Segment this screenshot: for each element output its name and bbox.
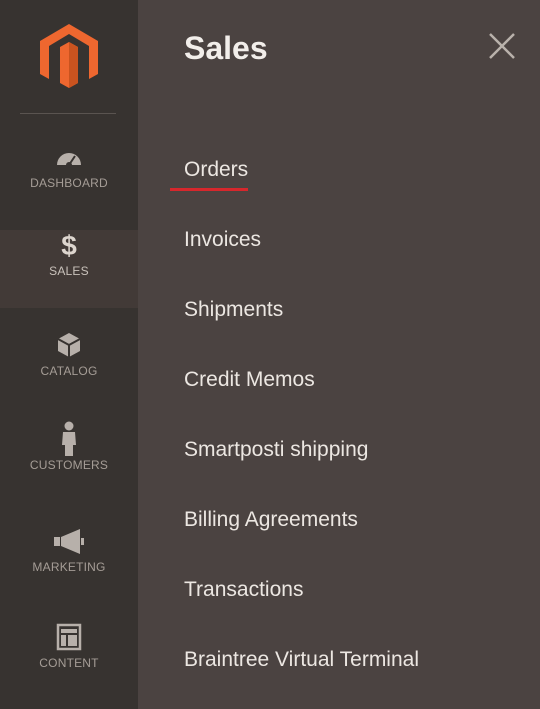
menu-item-credit-memos[interactable]: Credit Memos [184,368,419,438]
menu-item-braintree-virtual-terminal[interactable]: Braintree Virtual Terminal [184,648,419,709]
menu-item-label: Credit Memos [184,368,315,391]
menu-item-label: Smartposti shipping [184,438,369,461]
magento-logo-icon[interactable] [38,22,100,90]
sidebar-item-label: SALES [49,264,89,278]
layout-icon [56,622,82,652]
svg-text:$: $ [61,230,77,260]
person-icon [58,421,80,456]
admin-app: DASHBOARD $ SALES CATALOG CUSTOMERS MARK… [0,0,540,709]
menu-item-smartposti-shipping[interactable]: Smartposti shipping [184,438,419,508]
menu-item-label: Transactions [184,578,304,601]
box-icon [56,330,82,360]
sidebar-item-marketing[interactable]: MARKETING [0,526,138,604]
sidebar-item-catalog[interactable]: CATALOG [0,330,138,408]
sales-submenu-panel: Sales Orders Invoices Shipments Credit M… [138,0,540,709]
menu-item-label: Billing Agreements [184,508,358,531]
menu-item-label: Orders [170,158,249,191]
panel-title: Sales [184,30,268,66]
sidebar-item-label: CATALOG [40,364,98,378]
sales-menu-list: Orders Invoices Shipments Credit Memos S… [170,158,419,709]
sidebar-item-content[interactable]: CONTENT [0,622,138,700]
menu-item-shipments[interactable]: Shipments [184,298,419,368]
menu-item-invoices[interactable]: Invoices [184,228,419,298]
close-icon[interactable] [486,30,518,62]
menu-item-transactions[interactable]: Transactions [184,578,419,648]
sidebar-item-label: CUSTOMERS [29,458,109,472]
admin-sidebar: DASHBOARD $ SALES CATALOG CUSTOMERS MARK… [0,0,138,709]
sidebar-item-customers[interactable]: CUSTOMERS [0,421,138,502]
menu-item-billing-agreements[interactable]: Billing Agreements [184,508,419,578]
dollar-icon: $ [57,230,81,260]
menu-item-orders[interactable]: Orders [170,158,419,228]
sidebar-item-label: DASHBOARD [30,176,108,190]
menu-item-label: Braintree Virtual Terminal [184,648,419,671]
menu-item-label: Shipments [184,298,284,321]
sidebar-divider [20,113,116,114]
sidebar-item-label: MARKETING [32,560,106,574]
sidebar-item-label: CONTENT [39,656,99,670]
sidebar-item-dashboard[interactable]: DASHBOARD [0,142,138,220]
speedometer-icon [54,142,84,172]
megaphone-icon [52,526,86,556]
sidebar-item-sales[interactable]: $ SALES [0,230,138,308]
menu-item-label: Invoices [184,228,262,251]
